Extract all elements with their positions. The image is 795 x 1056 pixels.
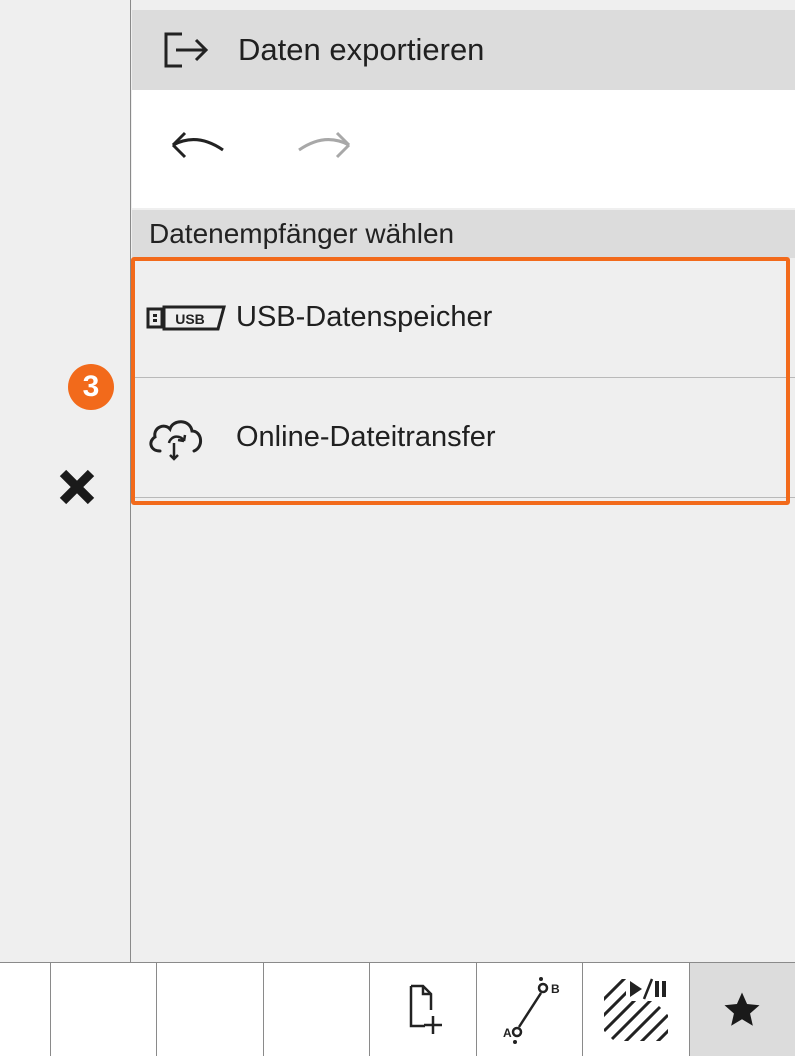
toolbar-slot-empty-3[interactable] [263, 963, 371, 1056]
page-title: Daten exportieren [238, 32, 485, 67]
toolbar-slot-empty-1[interactable] [51, 963, 158, 1056]
title-bar: Daten exportieren [132, 10, 795, 90]
new-document-button[interactable] [370, 963, 477, 1056]
toolbar-spacer [0, 963, 51, 1056]
list-item-label: USB-Datenspeicher [236, 301, 493, 333]
cloud-sync-icon [146, 413, 236, 463]
usb-drive-icon: USB [146, 293, 236, 343]
section-header: Datenempfänger wählen [132, 210, 795, 258]
list-item-usb[interactable]: USB USB-Datenspeicher [132, 258, 795, 378]
undo-button[interactable] [165, 120, 227, 170]
close-icon [59, 469, 95, 505]
bottom-toolbar: A B [0, 962, 795, 1056]
history-bar [132, 90, 795, 208]
toolbar-slot-empty-2[interactable] [157, 963, 264, 1056]
svg-text:USB: USB [175, 311, 205, 327]
a-to-b-line-icon: A B [503, 976, 560, 1044]
favorites-button[interactable] [689, 963, 795, 1056]
export-panel: Daten exportieren Datenempfänger wählen … [132, 0, 795, 962]
a-to-b-line-button[interactable]: A B [476, 963, 584, 1056]
hatch-play-pause-icon [603, 976, 672, 1041]
undo-arrow-icon [171, 131, 224, 159]
list-item-label: Online-Dateitransfer [236, 421, 496, 453]
new-document-icon [409, 984, 442, 1034]
recipient-list: USB USB-Datenspeicher Online-Dateitransf… [132, 258, 795, 498]
star-icon [724, 992, 760, 1026]
svg-text:B: B [551, 982, 560, 996]
close-button[interactable] [58, 468, 96, 506]
redo-button[interactable] [295, 120, 357, 170]
list-item-online[interactable]: Online-Dateitransfer [132, 378, 795, 498]
hatch-play-pause-button[interactable] [583, 963, 690, 1056]
export-icon [164, 32, 209, 68]
svg-text:A: A [503, 1026, 512, 1040]
callout-badge: 3 [68, 364, 114, 410]
redo-arrow-icon [298, 131, 351, 159]
left-rail: 3 [0, 0, 131, 962]
